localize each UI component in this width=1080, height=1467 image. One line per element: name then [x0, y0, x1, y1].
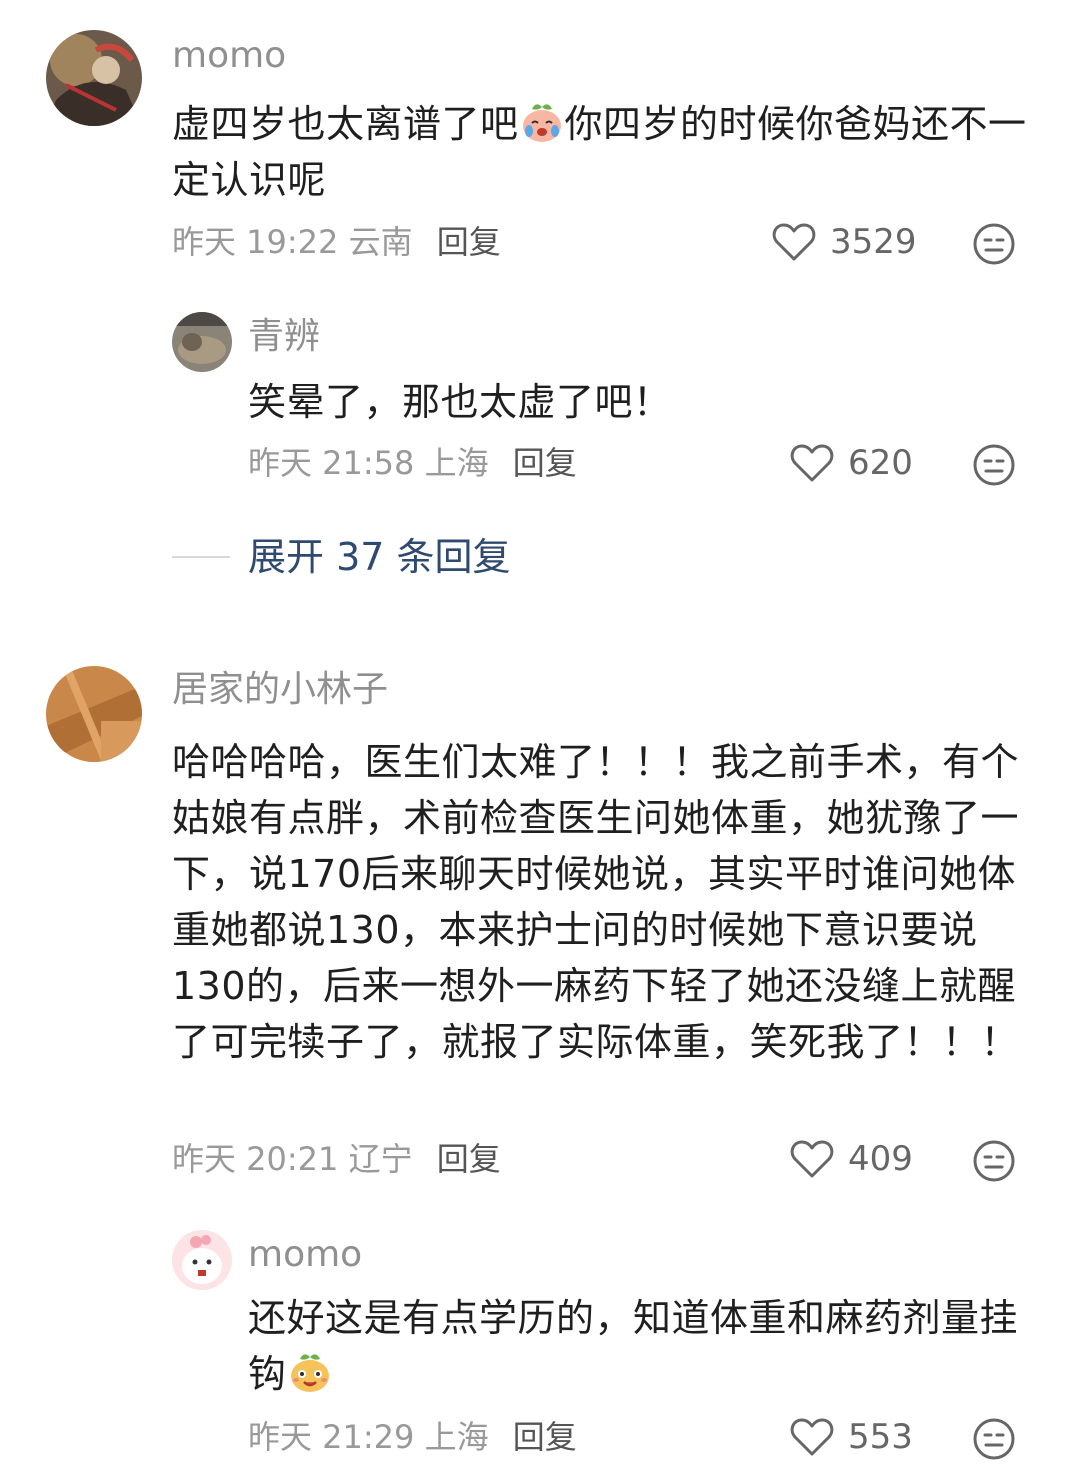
reply-username[interactable]: 青辨: [248, 319, 320, 355]
comment-location: 上海: [424, 1418, 489, 1456]
comment-text: 哈哈哈哈，医生们太难了！！！我之前手术，有个姑娘有点胖，术前检查医生问她体重，她…: [172, 740, 1020, 1064]
emoji-reaction-button[interactable]: [972, 1417, 1016, 1461]
emoji-reaction-button[interactable]: [972, 222, 1016, 266]
comment-username[interactable]: momo: [172, 38, 286, 74]
comment-time: 昨天 19:22: [172, 223, 339, 261]
comment-time: 昨天 20:21: [172, 1140, 339, 1178]
emoji-face-icon: [973, 1140, 1015, 1182]
reply-button[interactable]: 回复: [513, 1418, 577, 1456]
heart-outline-icon: [790, 1140, 834, 1178]
expand-replies-button[interactable]: 展开 37 条回复: [172, 538, 511, 576]
reply-text: 笑晕了，那也太虚了吧！: [248, 380, 672, 424]
divider: [172, 556, 230, 558]
comment-meta: 昨天 21:29 上海 回复: [248, 1421, 577, 1453]
crying-peach-emoji: [522, 104, 561, 142]
comment-location: 辽宁: [348, 1140, 413, 1178]
reply-button[interactable]: 回复: [437, 1140, 501, 1178]
comment-time: 昨天 21:29: [248, 1418, 415, 1456]
comment-location: 云南: [348, 223, 413, 261]
avatar[interactable]: [172, 312, 232, 372]
like-count: 620: [848, 443, 913, 483]
comment-text-part: 虚四岁也太离谱了吧: [172, 102, 519, 146]
reply-text-part: 还好这是有点学历的，知道体重和麻药剂量挂钩: [248, 1296, 1019, 1396]
reply-button[interactable]: 回复: [513, 444, 577, 482]
comment-meta: 昨天 21:58 上海 回复: [248, 447, 577, 479]
reply-button[interactable]: 回复: [437, 223, 501, 261]
like-count: 409: [848, 1139, 913, 1179]
reply-username[interactable]: momo: [248, 1237, 362, 1273]
emoji-face-icon: [973, 1418, 1015, 1460]
comment-meta: 昨天 20:21 辽宁 回复: [172, 1143, 501, 1175]
like-button[interactable]: 620: [790, 443, 913, 483]
avatar[interactable]: [46, 30, 142, 126]
comment-username[interactable]: 居家的小林子: [172, 672, 388, 708]
emoji-reaction-button[interactable]: [972, 1139, 1016, 1183]
expand-replies-label: 展开 37 条回复: [248, 535, 511, 579]
emoji-face-icon: [973, 223, 1015, 265]
comment-text: 虚四岁也太离谱了吧 你四岁的时候你爸妈还不一定认识呢: [172, 96, 1032, 208]
avatar[interactable]: [172, 1230, 232, 1290]
comment-location: 上海: [424, 444, 489, 482]
like-count: 553: [848, 1417, 913, 1457]
heart-outline-icon: [772, 223, 816, 261]
smiling-peach-emoji: [290, 1354, 329, 1392]
like-count: 3529: [830, 222, 917, 262]
comment-time: 昨天 21:58: [248, 444, 415, 482]
emoji-face-icon: [973, 444, 1015, 486]
heart-outline-icon: [790, 1418, 834, 1456]
reply-text: 还好这是有点学历的，知道体重和麻药剂量挂钩: [248, 1290, 1038, 1402]
comment-meta: 昨天 19:22 云南 回复: [172, 226, 501, 258]
like-button[interactable]: 553: [790, 1417, 913, 1457]
avatar[interactable]: [46, 666, 142, 762]
heart-outline-icon: [790, 444, 834, 482]
emoji-reaction-button[interactable]: [972, 443, 1016, 487]
like-button[interactable]: 409: [790, 1139, 913, 1179]
like-button[interactable]: 3529: [772, 222, 917, 262]
